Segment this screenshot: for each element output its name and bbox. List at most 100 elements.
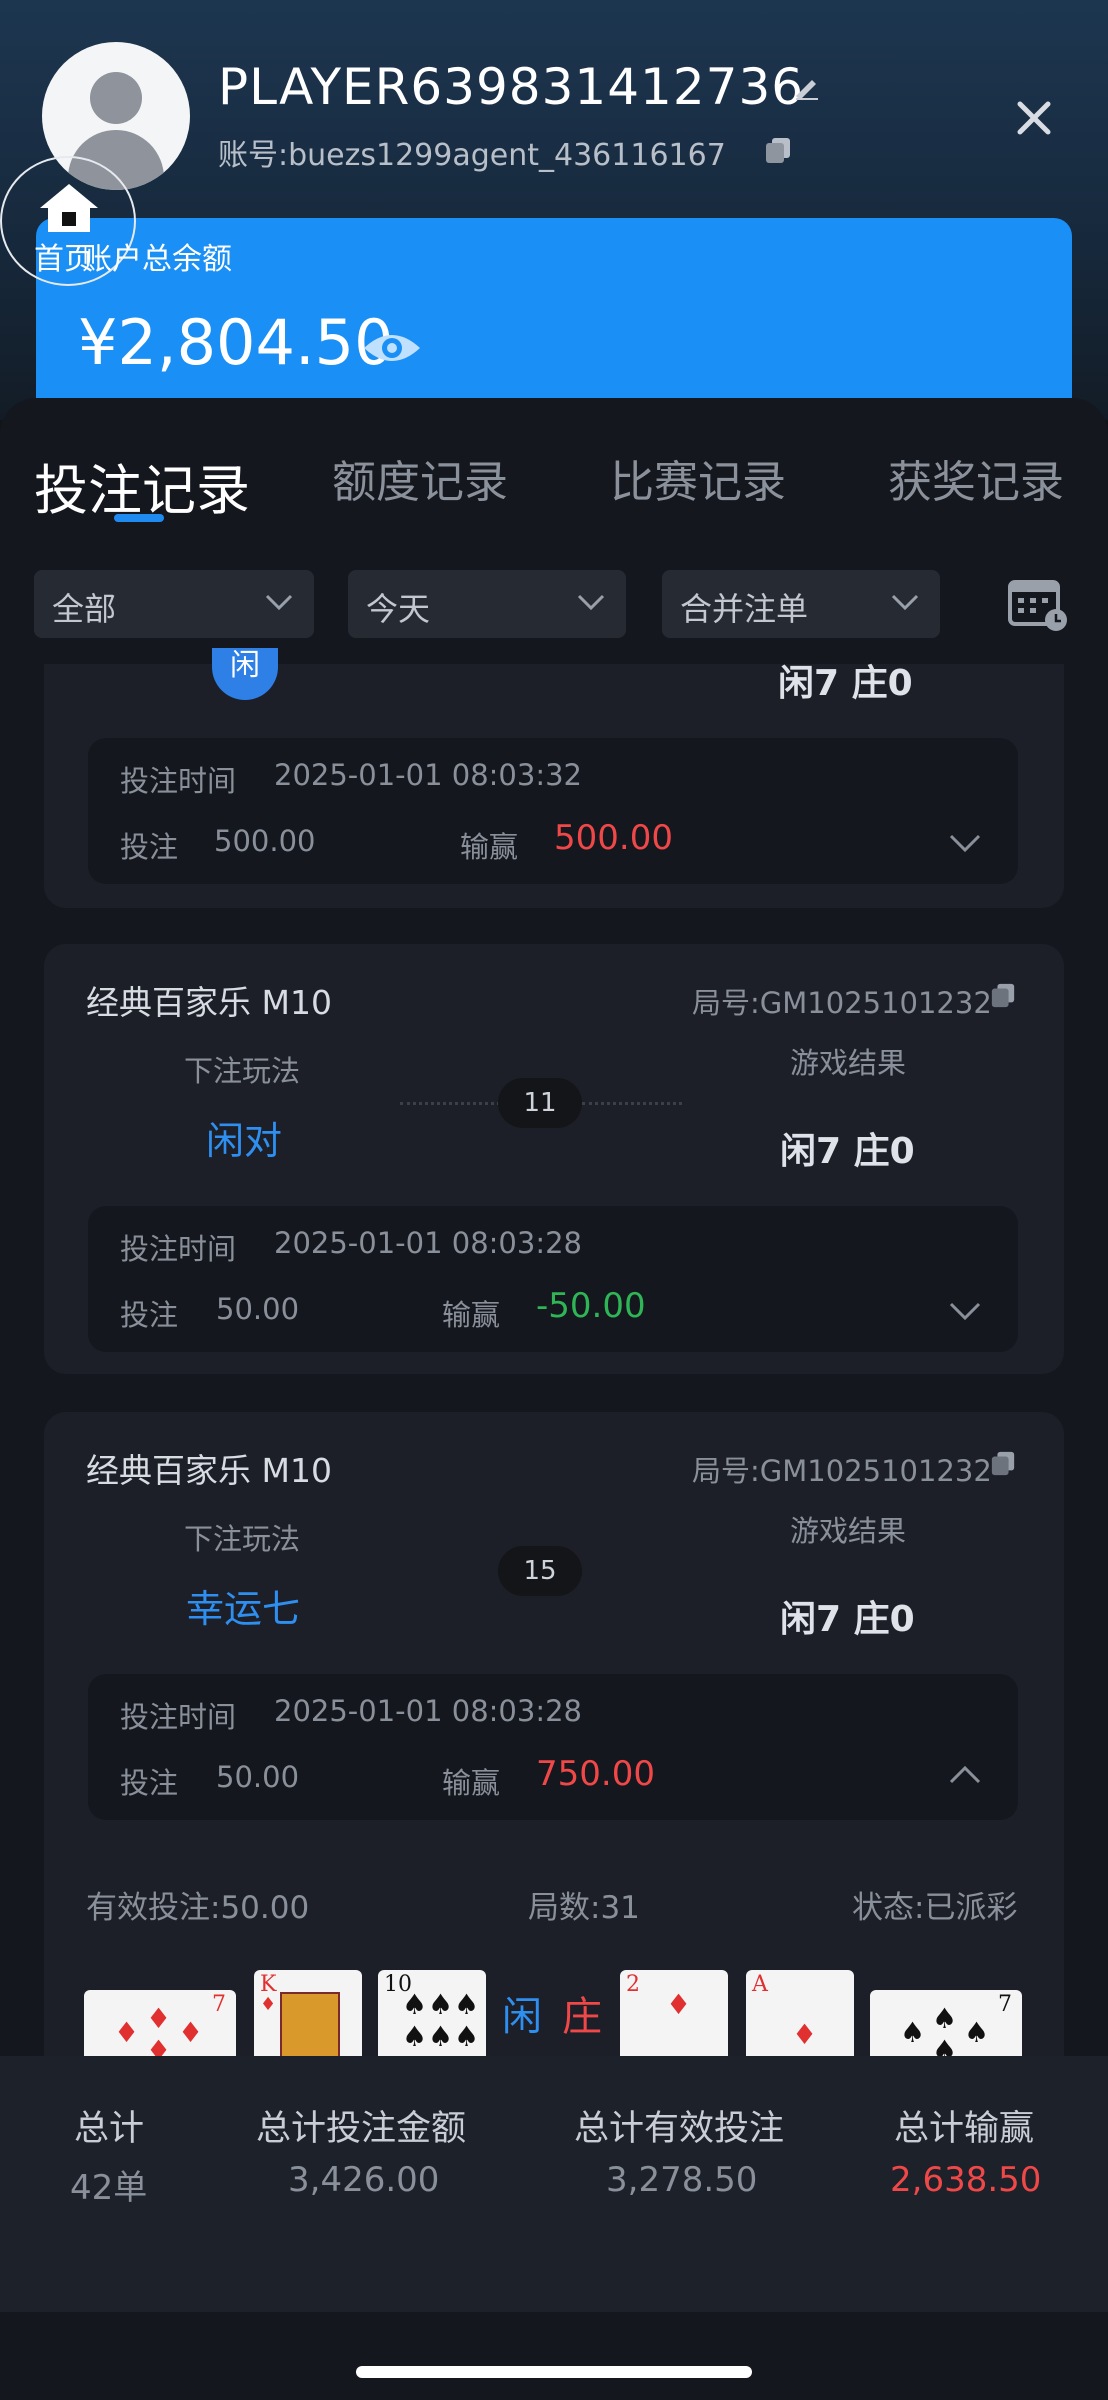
card-suit: ♠ bbox=[900, 2016, 926, 2049]
calendar-icon[interactable] bbox=[1008, 576, 1070, 632]
winloss-value: -50.00 bbox=[536, 1286, 646, 1326]
winloss-label: 输赢 bbox=[460, 830, 519, 864]
bet-amount-label: 投注 bbox=[120, 830, 179, 864]
account-id: 账号:buezs1299agent_436116167 bbox=[218, 138, 726, 173]
total-bet: 3,426.00 bbox=[288, 2160, 440, 2200]
filter-merge[interactable]: 合并注单 bbox=[662, 570, 940, 638]
chevron-down-icon[interactable] bbox=[948, 832, 982, 854]
winloss-label: 输赢 bbox=[442, 1766, 501, 1800]
playing-card: K ♦ bbox=[254, 1970, 362, 2070]
filter-merge-label: 合并注单 bbox=[680, 590, 809, 628]
card-suit: ♦ bbox=[114, 2016, 140, 2049]
chevron-down-icon bbox=[265, 594, 293, 611]
avatar-head bbox=[90, 72, 142, 124]
card-rank: 7 bbox=[212, 1992, 226, 2017]
spade-icon: ♠ bbox=[402, 2020, 428, 2053]
total-winloss-label: 总计输赢 bbox=[894, 2109, 1035, 2149]
divider-dots bbox=[400, 1102, 500, 1105]
total-valid: 3,278.50 bbox=[606, 2160, 758, 2200]
chevron-down-icon bbox=[891, 594, 919, 611]
filter-date[interactable]: 今天 bbox=[348, 570, 626, 638]
spade-icon: ♠ bbox=[428, 1988, 454, 2021]
edit-icon[interactable] bbox=[792, 72, 822, 102]
card-rank: 7 bbox=[998, 1992, 1012, 2017]
bet-amount-label: 投注 bbox=[120, 1766, 179, 1800]
spade-icon: ♠ bbox=[454, 1988, 480, 2021]
card-suit: ♦ bbox=[666, 1988, 692, 2021]
eye-icon[interactable] bbox=[362, 326, 422, 370]
copy-icon[interactable] bbox=[764, 136, 792, 164]
king-face bbox=[280, 1992, 340, 2062]
chevron-down-icon bbox=[577, 594, 605, 611]
bet-play: 闲对 bbox=[206, 1119, 283, 1163]
player-name: PLAYER639831412736 bbox=[218, 58, 805, 116]
copy-icon[interactable] bbox=[990, 982, 1016, 1008]
card-suit: ♦ bbox=[260, 1994, 277, 2015]
game-result: 闲7 庄0 bbox=[780, 1599, 915, 1640]
spade-icon: ♠ bbox=[964, 2016, 990, 2049]
spade-icon: ♠ bbox=[454, 2020, 480, 2053]
card-suit: ♦ bbox=[792, 2018, 818, 2051]
bet-time-label: 投注时间 bbox=[120, 1232, 237, 1266]
valid-bet: 有效投注:50.00 bbox=[86, 1890, 310, 1926]
balance-label: 账户总余额 bbox=[82, 242, 232, 277]
round-count: 局数:31 bbox=[528, 1890, 640, 1926]
tab-credit-records[interactable]: 额度记录 bbox=[332, 446, 508, 510]
bet-time: 2025-01-01 08:03:32 bbox=[274, 758, 582, 792]
divider-dots bbox=[582, 1102, 682, 1105]
bet-play: 幸运七 bbox=[186, 1587, 301, 1631]
total-bet-label: 总计投注金额 bbox=[256, 2109, 467, 2149]
playing-card: A ♦ bbox=[746, 1970, 854, 2070]
playing-card: 2 ♦ bbox=[620, 1970, 728, 2070]
bet-amount: 50.00 bbox=[216, 1760, 300, 1794]
total-count: 42单 bbox=[70, 2168, 148, 2208]
tab-award-records[interactable]: 获奖记录 bbox=[888, 446, 1064, 510]
player-label: 闲 bbox=[502, 1994, 542, 2040]
card-rank: 2 bbox=[626, 1972, 640, 1997]
total-label: 总计 bbox=[74, 2109, 145, 2149]
copy-icon[interactable] bbox=[990, 1450, 1016, 1476]
game-result-label: 游戏结果 bbox=[790, 1046, 907, 1080]
diamond-icon: ♦ bbox=[178, 2016, 204, 2049]
tab-indicator bbox=[114, 514, 164, 522]
home-label[interactable]: 首页 bbox=[34, 234, 94, 278]
game-title: 经典百家乐 M10 bbox=[86, 983, 332, 1022]
payout-status: 状态:已派彩 bbox=[852, 1890, 1018, 1926]
chevron-down-icon[interactable] bbox=[948, 1300, 982, 1322]
bet-amount-label: 投注 bbox=[120, 1298, 179, 1332]
bet-time-label: 投注时间 bbox=[120, 1700, 237, 1734]
total-winloss: 2,638.50 bbox=[890, 2160, 1042, 2200]
total-valid-label: 总计有效投注 bbox=[574, 2109, 785, 2149]
game-result: 闲7 庄0 bbox=[778, 663, 913, 704]
hand-number: 15 bbox=[498, 1546, 582, 1596]
spade-icon: ♠ bbox=[932, 2002, 958, 2035]
card-suit: ♠ bbox=[402, 1988, 428, 2021]
bet-play-label: 下注玩法 bbox=[184, 1522, 301, 1556]
diamond-icon: ♦ bbox=[146, 2002, 172, 2035]
banker-label: 庄 bbox=[562, 1994, 602, 2040]
chevron-up-icon[interactable] bbox=[948, 1764, 982, 1786]
tab-match-records[interactable]: 比赛记录 bbox=[610, 446, 786, 510]
filter-game-label: 全部 bbox=[52, 590, 117, 628]
playing-card: 10 ♠ ♠ ♠ ♠ ♠ ♠ bbox=[378, 1970, 486, 2070]
home-icon bbox=[40, 184, 98, 232]
bet-time: 2025-01-01 08:03:28 bbox=[274, 1694, 582, 1728]
game-result: 闲7 庄0 bbox=[780, 1131, 915, 1172]
bet-time: 2025-01-01 08:03:28 bbox=[274, 1226, 582, 1260]
card-rank: A bbox=[752, 1972, 768, 1997]
bet-amount: 50.00 bbox=[216, 1292, 300, 1326]
round-id: 局号:GM1025101232 bbox=[692, 1454, 992, 1488]
winloss-value: 500.00 bbox=[554, 818, 673, 858]
filter-date-label: 今天 bbox=[366, 590, 431, 628]
round-id: 局号:GM1025101232 bbox=[692, 986, 992, 1020]
filter-game[interactable]: 全部 bbox=[34, 570, 314, 638]
balance-value: ¥2,804.50 bbox=[78, 306, 394, 379]
home-indicator[interactable] bbox=[356, 2366, 752, 2378]
close-icon[interactable] bbox=[1012, 96, 1056, 140]
winloss-value: 750.00 bbox=[536, 1754, 655, 1794]
bet-amount: 500.00 bbox=[214, 824, 316, 858]
bet-play-label: 下注玩法 bbox=[184, 1054, 301, 1088]
game-title: 经典百家乐 M10 bbox=[86, 1451, 332, 1490]
winloss-label: 输赢 bbox=[442, 1298, 501, 1332]
hand-number: 11 bbox=[498, 1078, 582, 1128]
